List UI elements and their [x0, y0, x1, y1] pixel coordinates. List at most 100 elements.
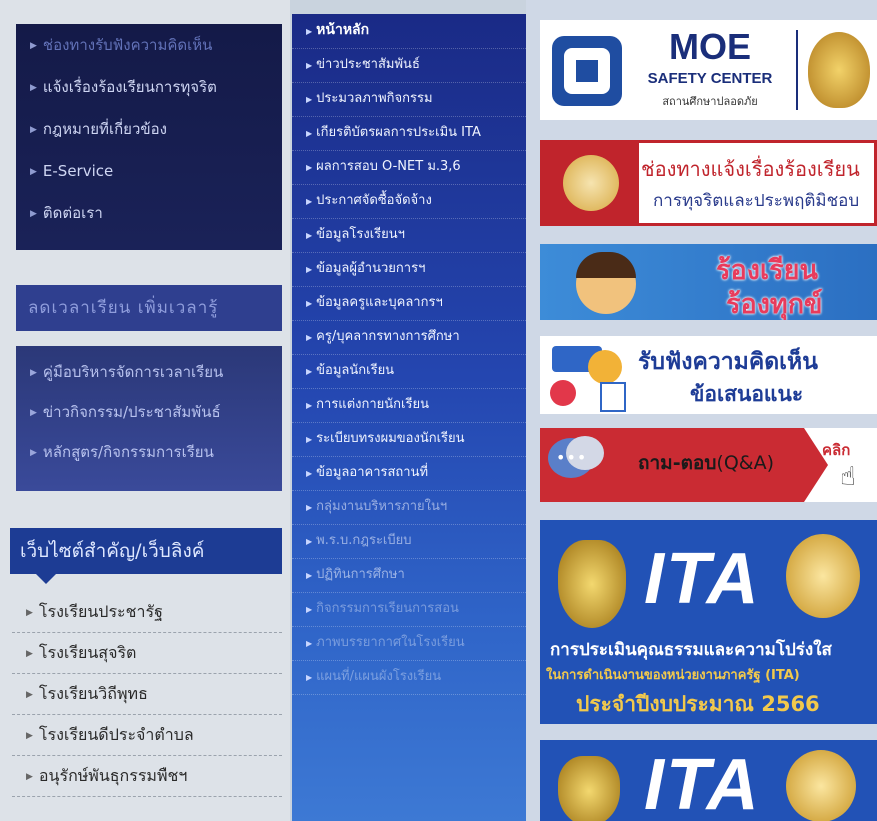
- caret-right-icon: ▶: [306, 639, 313, 648]
- menu-label: ปฏิทินการศึกษา: [316, 567, 405, 582]
- menu-item-director-info[interactable]: ▶ ข้อมูลผู้อำนวยการฯ: [292, 253, 526, 287]
- link-time-management-guide[interactable]: ▶ คู่มือบริหารจัดการเวลาเรียน: [16, 352, 282, 392]
- corruption-complaint-banner[interactable]: ช่องทางแจ้งเรื่องร้องเรียน การทุจริตและป…: [540, 140, 877, 226]
- menu-label: ประมวลภาพกิจกรรม: [316, 91, 433, 106]
- menu-item-ita-certificate[interactable]: ▶ เกียรติบัตรผลการประเมิน ITA: [292, 117, 526, 151]
- caret-right-icon: ▶: [306, 401, 313, 410]
- link-label: ข่าวกิจกรรม/ประชาสัมพันธ์: [42, 403, 221, 421]
- feedback-line-2: ข้อเสนอแนะ: [690, 382, 804, 406]
- ministry-seal-icon: [558, 540, 626, 628]
- menu-item-education-staff[interactable]: ▶ ครู/บุคลากรทางการศึกษา: [292, 321, 526, 355]
- caret-right-icon: ▶: [30, 367, 37, 378]
- header-pointer: [36, 574, 56, 584]
- qa-banner[interactable]: ••• ถาม-ตอบ(Q&A) คลิก ☝: [540, 428, 877, 502]
- link-buddhist-school[interactable]: ▶ โรงเรียนวิถีพุทธ: [12, 674, 282, 715]
- caret-right-icon: ▶: [26, 771, 33, 782]
- caret-right-icon: ▶: [306, 673, 313, 682]
- link-contact-us[interactable]: ▶ ติดต่อเรา: [16, 192, 282, 234]
- link-label: E-Service: [42, 162, 114, 180]
- menu-item-onet-results[interactable]: ▶ ผลการสอบ O-NET ม.3,6: [292, 151, 526, 185]
- caret-right-icon: ▶: [30, 407, 37, 418]
- link-opinion-channel[interactable]: ▶ ช่องทางรับฟังความคิดเห็น: [16, 24, 282, 66]
- caret-right-icon: ▶: [306, 129, 313, 138]
- moe-safety-center-banner[interactable]: MOE SAFETY CENTER สถานศึกษาปลอดภัย: [540, 20, 877, 120]
- menu-item-gallery[interactable]: ▶ ประมวลภาพกิจกรรม: [292, 83, 526, 117]
- ita-line-2: ในการดำเนินงานของหน่วยงานภาครัฐ (ITA): [546, 668, 800, 683]
- menu-label: ภาพบรรยากาศในโรงเรียน: [316, 635, 465, 650]
- ita-line-1: การประเมินคุณธรรมและความโปร่งใส: [550, 640, 832, 660]
- menu-item-buildings[interactable]: ▶ ข้อมูลอาคารสถานที่: [292, 457, 526, 491]
- menu-label: ข้อมูลนักเรียน: [316, 363, 395, 378]
- caret-right-icon: ▶: [306, 27, 313, 36]
- ita-logo: ITA: [644, 539, 761, 619]
- menu-item-procurement[interactable]: ▶ ประกาศจัดซื้อจัดจ้าง: [292, 185, 526, 219]
- menu-label: ข้อมูลอาคารสถานที่: [316, 465, 429, 480]
- important-websites-list: ▶ โรงเรียนประชารัฐ ▶ โรงเรียนสุจริต ▶ โรงเร…: [12, 592, 282, 797]
- caret-right-icon: ▶: [30, 208, 37, 219]
- menu-label: ข้อมูลโรงเรียนฯ: [316, 227, 405, 242]
- menu-item-school-info[interactable]: ▶ ข้อมูลโรงเรียนฯ: [292, 219, 526, 253]
- menu-item-uniform[interactable]: ▶ การแต่งกายนักเรียน: [292, 389, 526, 423]
- link-sujarit-school[interactable]: ▶ โรงเรียนสุจริต: [12, 633, 282, 674]
- menu-item-home[interactable]: ▶ หน้าหลัก: [292, 14, 526, 49]
- caret-right-icon: ▶: [306, 231, 313, 240]
- link-pracharat-school[interactable]: ▶ โรงเรียนประชารัฐ: [12, 592, 282, 633]
- petition-banner[interactable]: ร้องเรียน ร้องทุกข์: [540, 244, 877, 320]
- link-report-corruption[interactable]: ▶ แจ้งเรื่องร้องเรียนการทุจริต: [16, 66, 282, 108]
- link-good-district-school[interactable]: ▶ โรงเรียนดีประจำตำบล: [12, 715, 282, 756]
- link-label: กฎหมายที่เกี่ยวข้อง: [42, 120, 167, 138]
- caret-right-icon: ▶: [306, 333, 313, 342]
- menu-item-hairstyle-rules[interactable]: ▶ ระเบียบทรงผมของนักเรียน: [292, 423, 526, 457]
- menu-label: ประกาศจัดซื้อจัดจ้าง: [316, 193, 432, 208]
- ita-logo: ITA: [644, 745, 761, 821]
- ita-line-3: ประจำปีงบประมาณ 2566: [576, 692, 820, 716]
- divider: [796, 30, 798, 110]
- main-menu: ▶ หน้าหลัก ▶ ข่าวประชาสัมพันธ์ ▶ ประมวลภาพก…: [292, 14, 526, 821]
- link-plant-genetics[interactable]: ▶ อนุรักษ์พันธุกรรมพืชฯ: [12, 756, 282, 797]
- feedback-line-1: รับฟังความคิดเห็น: [638, 349, 818, 375]
- caret-right-icon: ▶: [26, 607, 33, 618]
- caret-right-icon: ▶: [30, 124, 37, 135]
- caret-right-icon: ▶: [306, 299, 313, 308]
- link-activity-news[interactable]: ▶ ข่าวกิจกรรม/ประชาสัมพันธ์: [16, 392, 282, 432]
- menu-item-school-map[interactable]: ▶ แผนที่/แผนผังโรงเรียน: [292, 661, 526, 695]
- building-icon: [576, 60, 598, 82]
- menu-item-regulations[interactable]: ▶ พ.ร.บ.กฎระเบียบ: [292, 525, 526, 559]
- caret-right-icon: ▶: [30, 40, 37, 51]
- shield-logo-icon: [552, 36, 622, 106]
- link-e-service[interactable]: ▶ E-Service: [16, 150, 282, 192]
- menu-item-teaching-activities[interactable]: ▶ กิจกรรมการเรียนการสอน: [292, 593, 526, 627]
- typing-dots-icon: •••: [556, 448, 588, 467]
- caret-right-icon: ▶: [26, 689, 33, 700]
- complaint-line-2: การทุจริตและประพฤติมิชอบ: [653, 191, 860, 211]
- menu-item-school-atmosphere[interactable]: ▶ ภาพบรรยากาศในโรงเรียน: [292, 627, 526, 661]
- menu-item-students[interactable]: ▶ ข้อมูลนักเรียน: [292, 355, 526, 389]
- menu-item-calendar[interactable]: ▶ ปฏิทินการศึกษา: [292, 559, 526, 593]
- left-sidebar: ▶ ช่องทางรับฟังความคิดเห็น ▶ แจ้งเรื่องร้อ…: [0, 0, 290, 821]
- government-emblem-icon: [786, 534, 860, 618]
- menu-item-news[interactable]: ▶ ข่าวประชาสัมพันธ์: [292, 49, 526, 83]
- feedback-banner[interactable]: รับฟังความคิดเห็น ข้อเสนอแนะ: [540, 336, 877, 414]
- pointer-hand-icon: ☝: [840, 462, 856, 492]
- caret-right-icon: ▶: [306, 61, 313, 70]
- caret-right-icon: ▶: [306, 265, 313, 274]
- link-label: โรงเรียนวิถีพุทธ: [38, 684, 148, 703]
- document-icon: [600, 382, 626, 412]
- menu-label: แผนที่/แผนผังโรงเรียน: [316, 669, 442, 684]
- menu-item-internal-admin[interactable]: ▶ กลุ่มงานบริหารภายในฯ: [292, 491, 526, 525]
- link-related-laws[interactable]: ▶ กฎหมายที่เกี่ยวข้อง: [16, 108, 282, 150]
- banner-column: MOE SAFETY CENTER สถานศึกษาปลอดภัย ช่องท…: [526, 0, 877, 821]
- menu-item-staff-info[interactable]: ▶ ข้อมูลครูและบุคลากรฯ: [292, 287, 526, 321]
- link-curriculum[interactable]: ▶ หลักสูตร/กิจกรรมการเรียน: [16, 432, 282, 472]
- caret-right-icon: ▶: [306, 367, 313, 376]
- link-label: แจ้งเรื่องร้องเรียนการทุจริต: [42, 78, 217, 96]
- link-label: อนุรักษ์พันธุกรรมพืชฯ: [38, 766, 188, 785]
- reduce-study-time-list: ▶ คู่มือบริหารจัดการเวลาเรียน ▶ ข่าวกิจกรร…: [16, 346, 282, 491]
- menu-label: ระเบียบทรงผมของนักเรียน: [316, 431, 465, 446]
- important-websites-header: เว็บไซต์สำคัญ/เว็บลิงค์: [10, 528, 282, 584]
- caret-right-icon: ▶: [306, 95, 313, 104]
- ita-banner-second[interactable]: ITA: [540, 740, 877, 821]
- ministry-seal-icon: [558, 756, 620, 821]
- caret-right-icon: ▶: [30, 166, 37, 177]
- ita-assessment-banner[interactable]: ITA การประเมินคุณธรรมและความโปร่งใส ในกา…: [540, 520, 877, 724]
